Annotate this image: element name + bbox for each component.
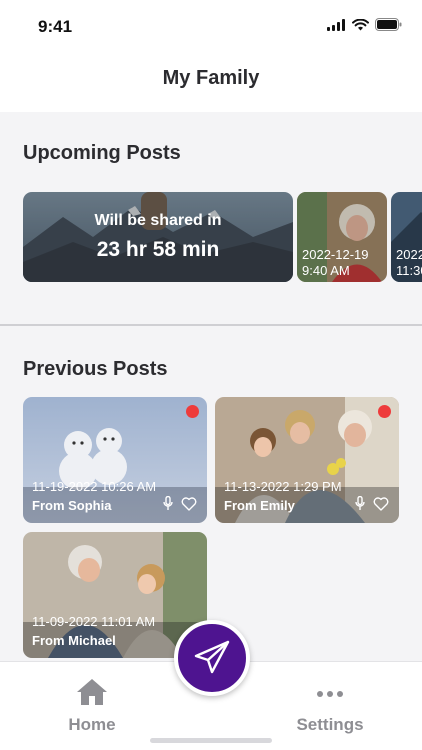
previous-post-card[interactable]: 11-19-2022 10:26 AM From Sophia: [23, 397, 207, 523]
countdown-label: Will be shared in: [94, 212, 222, 229]
tab-home[interactable]: Home: [32, 678, 152, 735]
post-author: From Emily: [224, 498, 295, 513]
signal-icon: [327, 18, 345, 31]
post-author: From Michael: [32, 633, 116, 648]
post-actions: [163, 496, 197, 511]
more-icon: [317, 691, 343, 697]
home-icon: [77, 679, 107, 705]
upcoming-posts-carousel[interactable]: Will be shared in 23 hr 58 min 2022-12-1…: [0, 192, 422, 282]
battery-icon: [375, 18, 402, 31]
wifi-icon: [352, 18, 369, 30]
tab-home-label: Home: [68, 715, 116, 734]
scheduled-date: 2022: [396, 247, 422, 262]
scheduled-datetime: 2022 11:30: [396, 247, 422, 279]
heart-icon[interactable]: [373, 496, 389, 511]
scheduled-date: 2022-12-19: [302, 247, 369, 262]
unread-indicator: [186, 405, 199, 418]
post-date: 11-19-2022 10:26 AM: [32, 479, 157, 494]
upcoming-posts-heading: Upcoming Posts: [23, 142, 181, 164]
upcoming-post-card[interactable]: 2022-12-19 9:40 AM: [297, 192, 387, 282]
unread-indicator: [378, 405, 391, 418]
page-title: My Family: [162, 67, 260, 89]
upcoming-countdown-card[interactable]: Will be shared in 23 hr 58 min: [23, 192, 293, 282]
nav-header: My Family: [0, 50, 422, 112]
paper-plane-icon: [194, 640, 230, 674]
status-bar: 9:41: [0, 0, 422, 50]
microphone-icon[interactable]: [163, 496, 173, 511]
scheduled-time: 9:40 AM: [302, 263, 350, 278]
mountain-photo: [23, 192, 293, 282]
scheduled-datetime: 2022-12-19 9:40 AM: [302, 247, 369, 279]
previous-posts-heading: Previous Posts: [23, 358, 168, 380]
status-icons: [327, 18, 402, 31]
upcoming-post-card[interactable]: 2022 11:30: [391, 192, 422, 282]
tab-settings-label: Settings: [296, 715, 364, 734]
post-author: From Sophia: [32, 498, 112, 513]
section-divider: [0, 324, 422, 326]
heart-icon[interactable]: [181, 496, 197, 511]
microphone-icon[interactable]: [355, 496, 365, 511]
post-actions: [355, 496, 389, 511]
home-indicator: [150, 738, 272, 743]
tab-settings[interactable]: Settings: [270, 678, 390, 735]
post-date: 11-09-2022 11:01 AM: [32, 614, 156, 629]
countdown-value: 23 hr 58 min: [96, 238, 220, 261]
scheduled-time: 11:30: [396, 263, 422, 278]
status-time: 9:41: [38, 17, 73, 36]
new-post-button[interactable]: [174, 620, 250, 696]
post-date: 11-13-2022 1:29 PM: [224, 479, 342, 494]
previous-post-card[interactable]: 11-13-2022 1:29 PM From Emily: [215, 397, 399, 523]
